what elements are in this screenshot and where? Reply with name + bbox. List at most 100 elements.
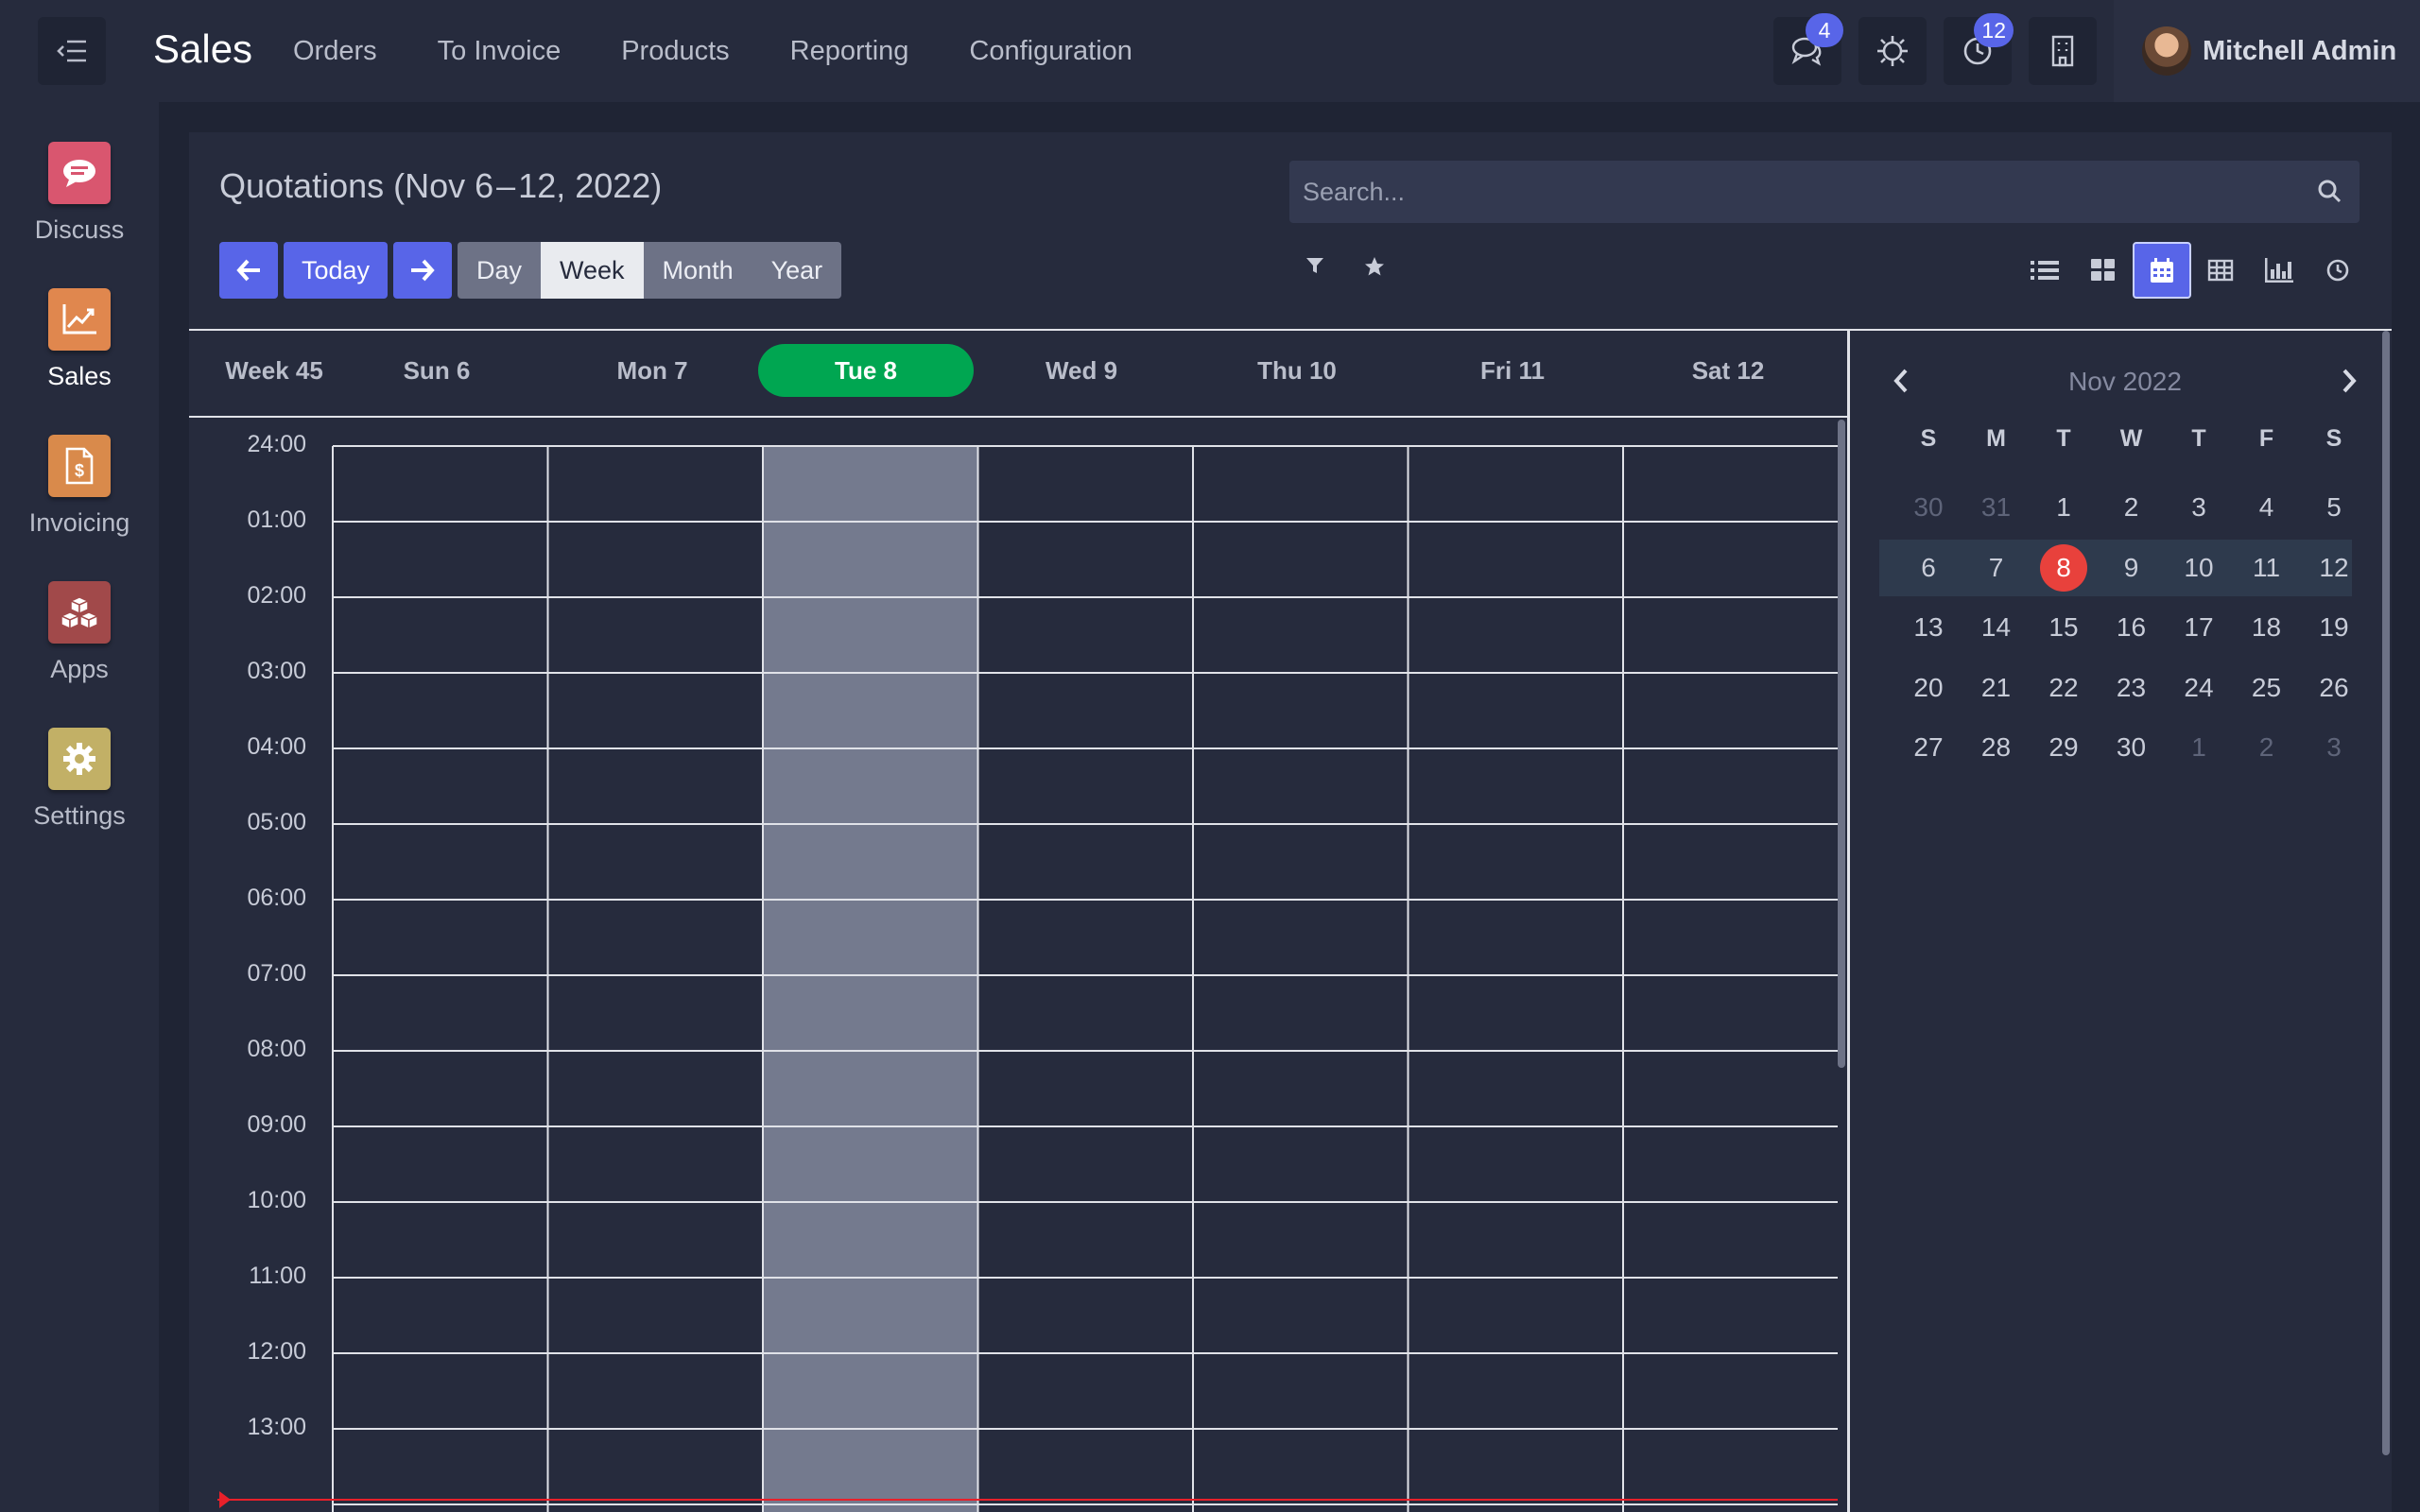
sidebar-item-settings[interactable]: Settings [0, 728, 159, 831]
mini-day[interactable]: 25 [2233, 664, 2301, 712]
search-icon[interactable] [2316, 178, 2342, 209]
mini-day[interactable]: 31 [1962, 484, 2031, 531]
search-input[interactable] [1303, 161, 2286, 223]
mini-day[interactable]: 1 [2165, 724, 2233, 771]
mini-day[interactable]: 11 [2233, 544, 2301, 592]
day-header-sun[interactable]: Sun 6 [329, 344, 544, 397]
top-navbar: Sales Orders To Invoice Products Reporti… [0, 0, 2420, 102]
arrow-right-icon [411, 259, 435, 282]
mini-day[interactable]: 10 [2165, 544, 2233, 592]
menu-list-icon [57, 40, 86, 62]
time-label: 06:00 [247, 885, 306, 911]
menu-reporting[interactable]: Reporting [790, 36, 909, 67]
mini-day[interactable]: 19 [2300, 604, 2368, 651]
menu-configuration[interactable]: Configuration [969, 36, 1132, 67]
mini-day[interactable]: 22 [2030, 664, 2098, 712]
mini-day[interactable]: 9 [2098, 544, 2166, 592]
time-label: 10:00 [247, 1187, 306, 1213]
mini-day[interactable]: 13 [1894, 604, 1962, 651]
mini-day[interactable]: 4 [2233, 484, 2301, 531]
mini-day[interactable]: 5 [2300, 484, 2368, 531]
sidebar-item-apps[interactable]: Apps [0, 581, 159, 684]
mini-day[interactable]: 20 [1894, 664, 1962, 712]
activities-button[interactable]: 12 [1944, 13, 2014, 85]
pivot-view-button[interactable] [2191, 242, 2250, 299]
table-icon [2207, 259, 2234, 282]
activity-view-button[interactable] [2308, 242, 2367, 299]
today-button[interactable]: Today [284, 242, 388, 299]
previous-button[interactable] [219, 242, 278, 299]
sidepanel-scrollbar[interactable] [2382, 331, 2390, 1455]
list-icon [2031, 261, 2059, 280]
kanban-view-button[interactable] [2074, 242, 2133, 299]
clock-icon [2326, 259, 2349, 282]
calendar-view-button[interactable] [2133, 242, 2191, 299]
arrow-left-icon [236, 259, 260, 282]
bar-chart-icon [2265, 258, 2293, 283]
mini-day-today[interactable]: 8 [2030, 543, 2098, 592]
favorite-star-icon[interactable] [1363, 255, 1386, 283]
calendar-icon [2151, 258, 2173, 283]
time-label: 11:00 [249, 1263, 306, 1289]
calendar-scrollbar[interactable] [1838, 420, 1845, 1068]
graph-view-button[interactable] [2250, 242, 2308, 299]
weekday-label: S [1920, 425, 1937, 452]
debug-button[interactable] [1858, 17, 1927, 85]
mini-calendar-title[interactable]: Nov 2022 [1879, 367, 2371, 397]
sidebar-item-invoicing[interactable]: $ Invoicing [0, 435, 159, 538]
calendar-day-header: Week 45 Sun 6 Mon 7 Tue 8 Wed 9 Thu 10 F… [189, 331, 1847, 418]
mini-day[interactable]: 30 [2098, 724, 2166, 771]
mini-day[interactable]: 14 [1962, 604, 2031, 651]
scale-week-button[interactable]: Week [541, 242, 644, 299]
next-button[interactable] [393, 242, 452, 299]
mini-day[interactable]: 29 [2030, 724, 2098, 771]
mini-day[interactable]: 23 [2098, 664, 2166, 712]
sidebar-item-sales[interactable]: Sales [0, 288, 159, 391]
top-menu: Orders To Invoice Products Reporting Con… [293, 0, 1193, 102]
menu-orders[interactable]: Orders [293, 36, 377, 67]
scale-day-button[interactable]: Day [458, 242, 542, 299]
mini-day[interactable]: 17 [2165, 604, 2233, 651]
scale-year-button[interactable]: Year [752, 242, 842, 299]
user-menu[interactable]: Mitchell Admin [2114, 0, 2420, 102]
day-header-mon[interactable]: Mon 7 [544, 344, 760, 397]
mini-day[interactable]: 28 [1962, 724, 2031, 771]
mini-day[interactable]: 3 [2300, 724, 2368, 771]
mini-next-month-icon[interactable] [2339, 367, 2360, 400]
mini-calendar-header: Nov 2022 [1879, 357, 2371, 410]
mini-day[interactable]: 18 [2233, 604, 2301, 651]
filter-icon[interactable] [1305, 255, 1325, 283]
mini-day[interactable]: 2 [2233, 724, 2301, 771]
mini-day[interactable]: 6 [1894, 544, 1962, 592]
mini-day[interactable]: 16 [2098, 604, 2166, 651]
mini-day[interactable]: 27 [1894, 724, 1962, 771]
mini-day[interactable]: 26 [2300, 664, 2368, 712]
mini-day[interactable]: 30 [1894, 484, 1962, 531]
day-header-fri[interactable]: Fri 11 [1405, 344, 1620, 397]
list-view-button[interactable] [2015, 242, 2074, 299]
app-menu-toggle[interactable] [38, 17, 106, 85]
search-options [1305, 255, 1424, 283]
mini-day[interactable]: 3 [2165, 484, 2233, 531]
day-header-tue-today[interactable]: Tue 8 [758, 344, 974, 397]
menu-products[interactable]: Products [621, 36, 729, 67]
day-header-thu[interactable]: Thu 10 [1189, 344, 1405, 397]
day-header-sat[interactable]: Sat 12 [1620, 344, 1836, 397]
mini-day[interactable]: 7 [1962, 544, 2031, 592]
mini-day[interactable]: 21 [1962, 664, 2031, 712]
time-grid[interactable]: 24:00 01:00 02:00 03:00 04:00 05:00 06:0… [189, 418, 1847, 1512]
mini-day[interactable]: 24 [2165, 664, 2233, 712]
app-title: Sales [153, 26, 253, 71]
day-header-wed[interactable]: Wed 9 [974, 344, 1189, 397]
messages-badge: 4 [1806, 13, 1843, 47]
scale-month-button[interactable]: Month [643, 242, 752, 299]
sidebar-item-discuss[interactable]: Discuss [0, 142, 159, 245]
mini-day[interactable]: 1 [2030, 484, 2098, 531]
company-button[interactable] [2029, 17, 2097, 85]
menu-to-invoice[interactable]: To Invoice [438, 36, 562, 67]
mini-day[interactable]: 12 [2300, 544, 2368, 592]
mini-day[interactable]: 15 [2030, 604, 2098, 651]
user-avatar [2142, 26, 2191, 76]
mini-day[interactable]: 2 [2098, 484, 2166, 531]
messages-button[interactable]: 4 [1773, 13, 1843, 85]
